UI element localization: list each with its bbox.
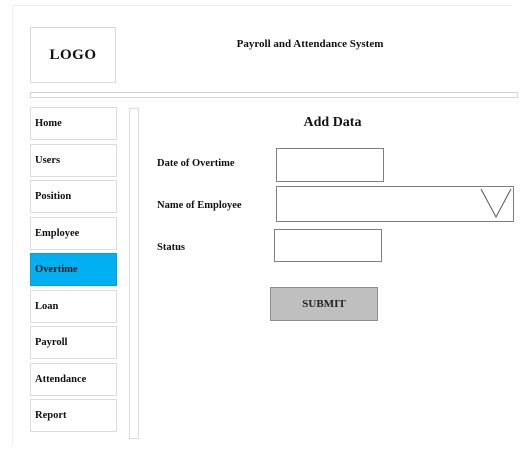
sidebar-item-label: Position <box>35 191 72 202</box>
sidebar-item-home[interactable]: Home <box>30 107 117 140</box>
sidebar-item-loan[interactable]: Loan <box>30 289 117 323</box>
sidebar-item-position[interactable]: Position <box>30 180 117 213</box>
logo: LOGO <box>30 27 116 83</box>
status-field[interactable] <box>274 229 382 262</box>
sidebar-item-label: Home <box>35 118 62 129</box>
sidebar-item-employee[interactable]: Employee <box>30 216 117 250</box>
date-of-overtime-label: Date of Overtime <box>157 158 235 169</box>
sidebar-item-users[interactable]: Users <box>30 143 117 177</box>
sidebar-item-label: Overtime <box>35 264 78 275</box>
logo-text: LOGO <box>49 46 97 63</box>
sidebar-item-label: Report <box>35 410 67 421</box>
name-of-employee-label: Name of Employee <box>157 200 242 211</box>
app-title: Payroll and Attendance System <box>236 38 384 50</box>
name-of-employee-select[interactable] <box>276 186 514 222</box>
sidebar-item-label: Employee <box>35 227 80 239</box>
sidebar-item-label: Users <box>35 154 61 166</box>
header-bar <box>30 92 518 98</box>
sidebar-item-label: Loan <box>35 300 59 312</box>
sidebar-nav: Home Users Position Employee Overtime Lo… <box>30 107 117 436</box>
chevron-down-icon[interactable] <box>479 187 513 221</box>
sidebar-item-report[interactable]: Report <box>30 399 117 432</box>
vertical-scrollbar[interactable] <box>129 108 139 439</box>
sidebar-item-label: Payroll <box>35 337 68 348</box>
form-title: Add Data <box>303 115 362 130</box>
submit-button[interactable]: SUBMIT <box>270 287 378 321</box>
sidebar-item-payroll[interactable]: Payroll <box>30 326 117 359</box>
date-of-overtime-field[interactable] <box>276 148 384 182</box>
sidebar-item-overtime[interactable]: Overtime <box>30 253 117 286</box>
sidebar-item-label: Attendance <box>35 373 87 385</box>
sidebar-item-attendance[interactable]: Attendance <box>30 362 117 396</box>
status-label: Status <box>157 242 186 253</box>
